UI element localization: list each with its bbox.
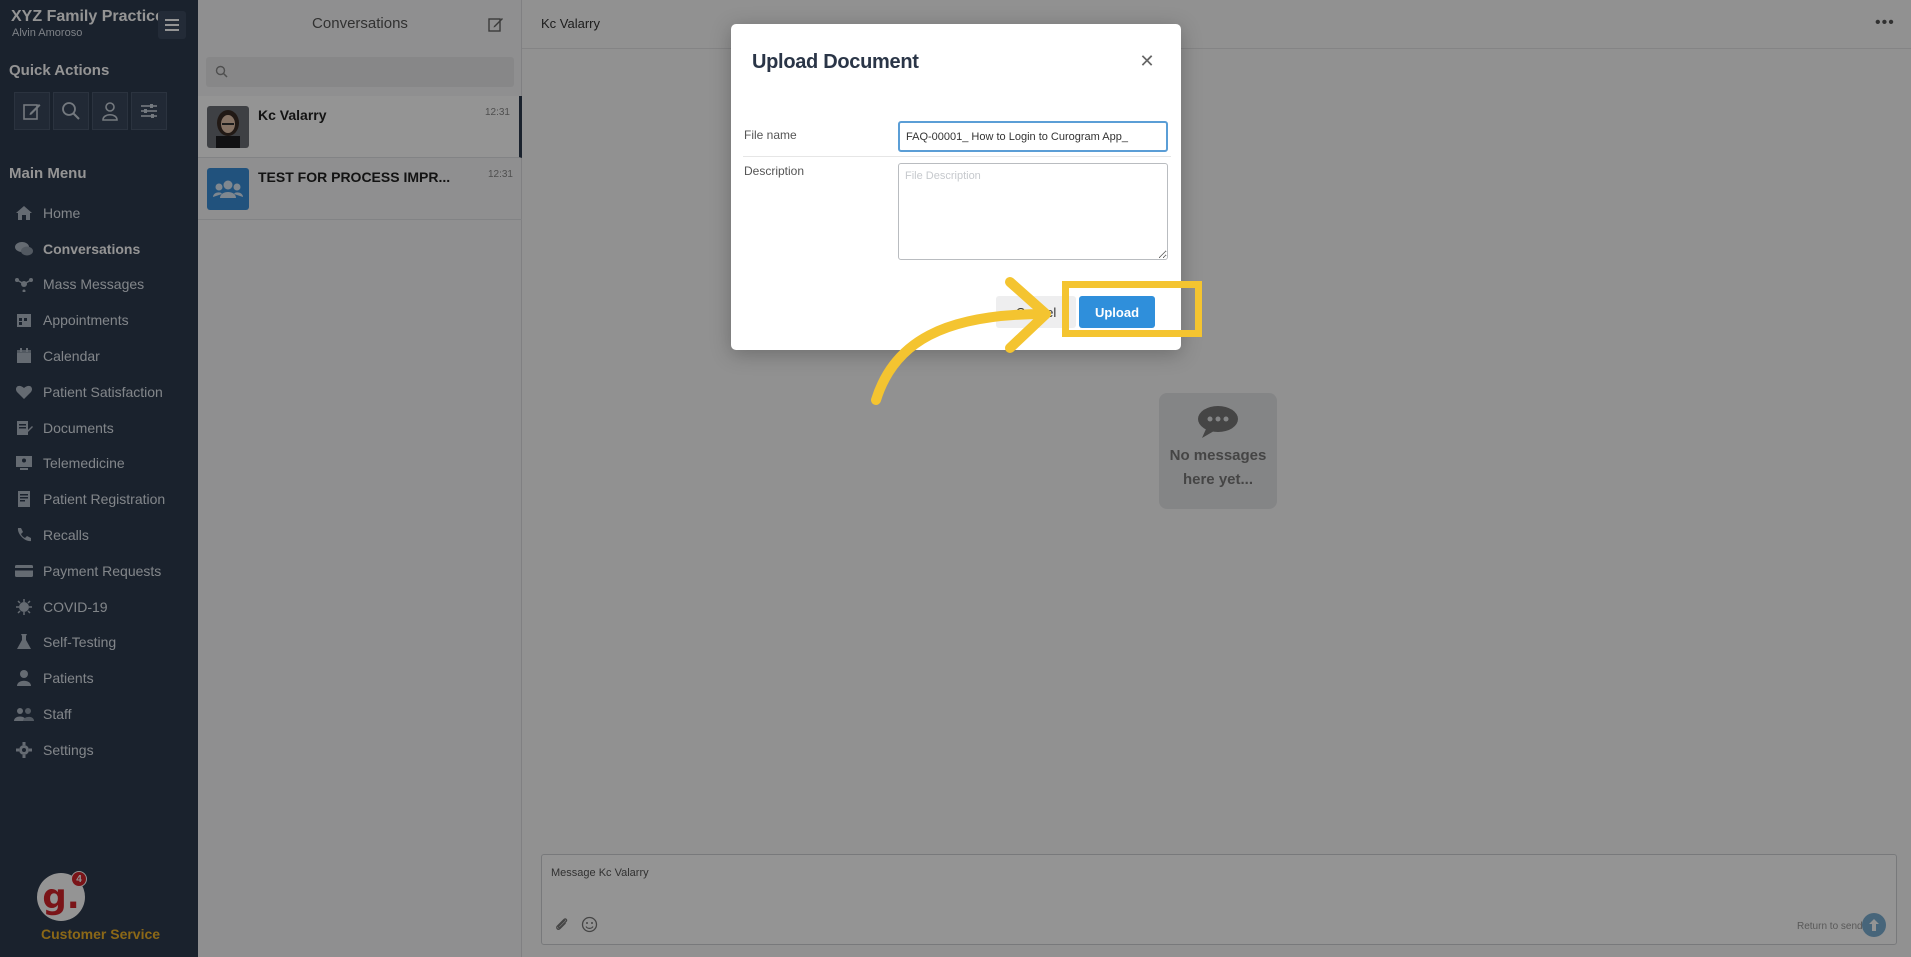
description-textarea[interactable] — [898, 163, 1168, 260]
file-name-label: File name — [744, 128, 797, 142]
divider — [743, 156, 1171, 157]
close-icon[interactable]: ✕ — [1138, 52, 1156, 70]
file-name-input[interactable] — [898, 121, 1168, 152]
pointer-arrow-icon — [871, 277, 1051, 405]
upload-highlight-box — [1062, 281, 1202, 337]
dialog-title: Upload Document — [752, 51, 919, 73]
description-label: Description — [744, 164, 805, 178]
